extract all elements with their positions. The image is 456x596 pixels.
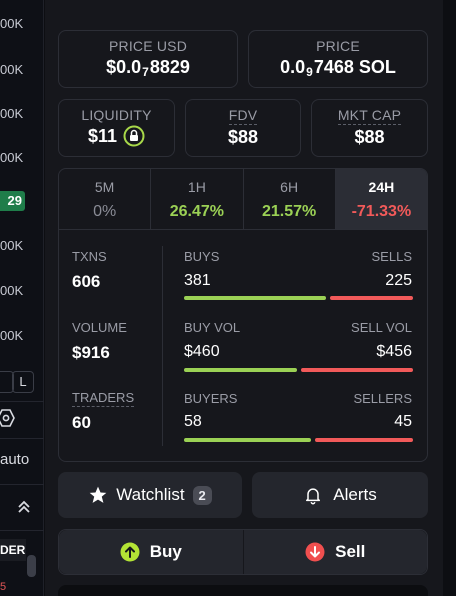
- axis-value: 00K: [0, 16, 24, 31]
- arrow-up-circle-icon: [120, 542, 140, 562]
- sell-value: 5: [0, 581, 7, 593]
- log-toggle-button[interactable]: L: [12, 371, 34, 393]
- axis-value: 00K: [0, 150, 24, 165]
- token-info-panel: PRICE USD $0.078829 PRICE 0.097468 SOL L…: [45, 0, 443, 596]
- price-usd-box: PRICE USD $0.078829: [58, 30, 238, 88]
- star-icon: [89, 486, 107, 503]
- volume-label: VOLUME: [72, 320, 127, 335]
- sellers-value: 45: [394, 413, 412, 430]
- buy-vol-value: $460: [184, 343, 220, 360]
- buy-vol-label: BUY VOL: [184, 320, 241, 335]
- alerts-label: Alerts: [333, 485, 377, 504]
- tab-label: 5M: [94, 179, 115, 195]
- buyers-label: BUYERS: [184, 391, 238, 406]
- divider: [162, 246, 163, 446]
- tab-label: 6H: [280, 179, 299, 195]
- axis-value: 00K: [0, 328, 24, 343]
- txns-value: 606: [72, 272, 101, 291]
- timeframe-tabs: 5M 0% 1H 26.47% 6H 21.57% 24H -71.33%: [58, 168, 428, 230]
- price-sol-box: PRICE 0.097468 SOL: [248, 30, 428, 88]
- sell-vol-bar: [301, 368, 413, 372]
- buyers-bar: [184, 438, 311, 442]
- buy-label: Buy: [149, 542, 182, 561]
- fdv-label: FDV: [228, 107, 258, 125]
- traders-label: TRADERS: [72, 390, 135, 407]
- volume-value: $916: [72, 343, 110, 362]
- sell-button[interactable]: Sell: [243, 530, 427, 574]
- auto-scale-label[interactable]: auto: [0, 451, 29, 468]
- price-sol-value: 0.097468 SOL: [280, 57, 396, 79]
- tab-label: 1H: [187, 179, 206, 195]
- tab-change-value: -71.33%: [351, 203, 412, 220]
- buy-sell-group: Buy Sell: [58, 529, 428, 575]
- buyers-value: 58: [184, 413, 202, 430]
- liquidity-value: $11: [87, 125, 118, 146]
- sells-bar: [330, 296, 413, 300]
- buys-value: 381: [184, 272, 211, 289]
- tab-5m[interactable]: 5M 0%: [59, 169, 152, 229]
- axis-value: 00K: [0, 238, 24, 253]
- left-partial-column: 00K 00K 00K 00K 29 00K 00K 00K L auto DE…: [0, 0, 44, 596]
- tab-change-value: 21.57%: [261, 203, 317, 220]
- axis-value: 00K: [0, 283, 24, 298]
- divider: [0, 530, 44, 531]
- watchlist-label: Watchlist: [116, 485, 185, 504]
- price-sol-label: PRICE: [316, 38, 360, 54]
- sell-label: Sell: [335, 542, 366, 561]
- txns-label: TXNS: [72, 249, 107, 264]
- mkt-cap-value: $88: [354, 127, 385, 147]
- mkt-cap-label: MKT CAP: [337, 107, 402, 125]
- buys-label: BUYS: [184, 249, 220, 264]
- tab-1h[interactable]: 1H 26.47%: [151, 169, 244, 229]
- lock-icon[interactable]: [123, 125, 145, 147]
- fdv-box: FDV $88: [185, 99, 301, 157]
- bell-icon: [306, 488, 321, 505]
- scrollbar-thumb[interactable]: [27, 555, 36, 577]
- watchlist-button[interactable]: Watchlist 2: [58, 472, 242, 518]
- liquidity-label: LIQUIDITY: [81, 107, 152, 123]
- highlight-value-badge: 29: [0, 191, 25, 211]
- divider: [0, 484, 44, 485]
- divider: [0, 438, 44, 439]
- mkt-cap-box: MKT CAP $88: [311, 99, 428, 157]
- tab-6h[interactable]: 6H 21.57%: [244, 169, 336, 229]
- sells-label: SELLS: [371, 249, 412, 264]
- column-header: DER: [0, 539, 26, 561]
- sells-value: 225: [385, 272, 412, 289]
- axis-value: 00K: [0, 106, 24, 121]
- next-section-edge: [58, 585, 428, 596]
- sell-vol-value: $456: [376, 343, 412, 360]
- watchlist-count-badge: 2: [192, 485, 212, 505]
- right-edge-strip: [443, 0, 456, 596]
- price-usd-label: PRICE USD: [108, 38, 188, 54]
- buy-button[interactable]: Buy: [59, 530, 244, 574]
- buys-bar: [184, 296, 326, 300]
- tab-24h[interactable]: 24H -71.33%: [335, 169, 427, 229]
- buy-vol-bar: [184, 368, 297, 372]
- sellers-label: SELLERS: [353, 391, 412, 406]
- arrow-down-circle-icon: [305, 542, 325, 562]
- alerts-button[interactable]: Alerts: [252, 472, 428, 518]
- liquidity-box: LIQUIDITY $11: [58, 99, 175, 157]
- price-usd-value: $0.078829: [106, 57, 190, 79]
- double-chevron-up-icon[interactable]: [16, 499, 32, 515]
- tab-label: 24H: [368, 179, 395, 195]
- axis-value: 00K: [0, 62, 24, 77]
- sellers-bar: [315, 438, 413, 442]
- traders-value: 60: [72, 413, 91, 432]
- sell-vol-label: SELL VOL: [351, 320, 412, 335]
- tab-change-value: 26.47%: [169, 203, 224, 220]
- fdv-value: $88: [227, 127, 259, 147]
- settings-hex-icon[interactable]: [0, 408, 20, 428]
- divider: [0, 401, 44, 402]
- trade-stats: TXNS 606 VOLUME $916 TRADERS 60 BUYS SEL…: [58, 230, 428, 462]
- tab-change-value: 0%: [93, 203, 117, 220]
